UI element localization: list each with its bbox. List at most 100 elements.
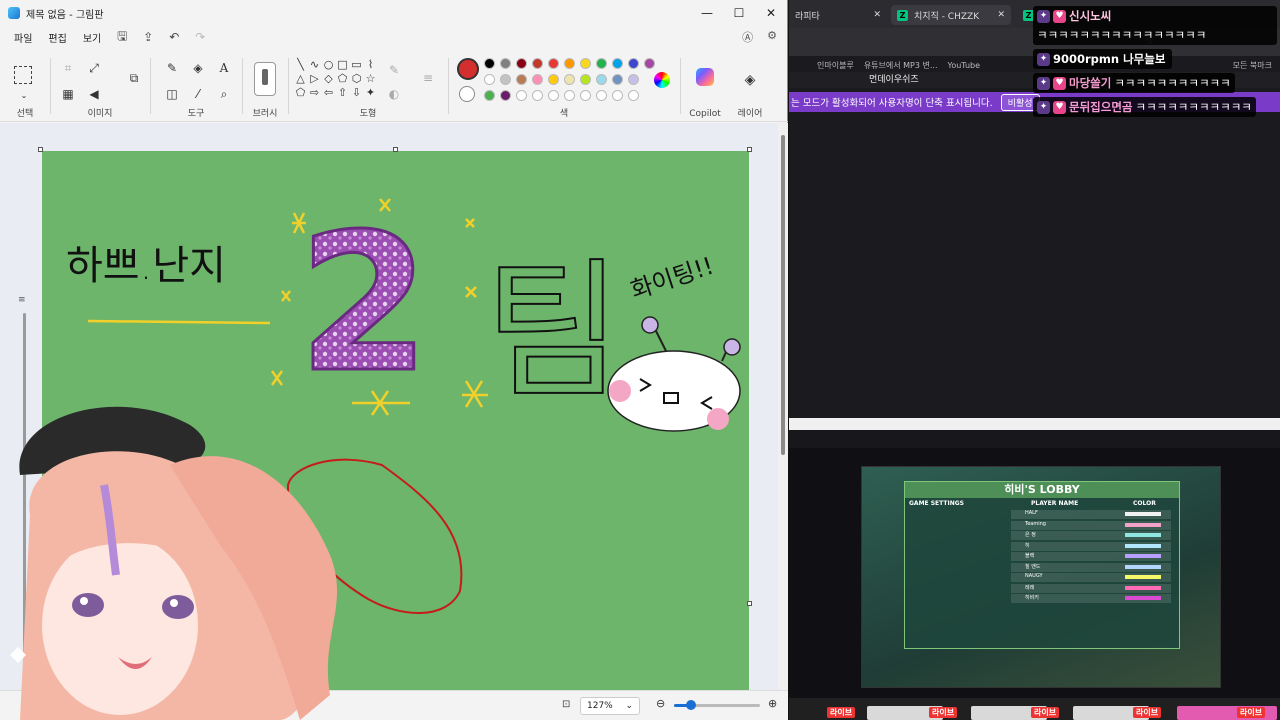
bookmark-item[interactable]: 유튜브에서 MP3 변... — [864, 60, 938, 71]
bookmark-item[interactable]: YouTube — [948, 61, 981, 70]
palette-color-swatch[interactable] — [532, 58, 543, 69]
select-tool-icon[interactable] — [14, 66, 32, 84]
palette-color-swatch[interactable] — [500, 74, 511, 85]
palette-color-swatch[interactable] — [612, 58, 623, 69]
text-tool-icon[interactable]: A — [216, 60, 232, 76]
resize-handle[interactable] — [747, 147, 752, 152]
palette-color-swatch[interactable] — [548, 90, 559, 101]
fit-to-window-icon[interactable]: ⊡ — [562, 699, 570, 710]
yellow-underline — [87, 319, 271, 325]
palette-color-swatch[interactable] — [564, 58, 575, 69]
drawing-canvas[interactable]: 하쁘.난지 2 팀 화이팅!! — [42, 151, 749, 690]
fill-bucket-icon[interactable]: ◈ — [190, 60, 206, 76]
primary-color-swatch[interactable] — [457, 58, 479, 80]
close-button[interactable]: ✕ — [755, 0, 787, 26]
palette-color-swatch[interactable] — [500, 58, 511, 69]
zoom-slider-knob[interactable] — [686, 700, 697, 710]
layers-icon[interactable]: ◈ — [742, 72, 758, 88]
palette-color-swatch[interactable] — [548, 74, 559, 85]
palette-color-swatch[interactable] — [628, 58, 639, 69]
palette-color-swatch[interactable] — [644, 58, 655, 69]
shape-fill-icon[interactable]: ◐ — [386, 86, 402, 102]
palette-color-swatch[interactable] — [628, 90, 639, 101]
scrollbar-thumb[interactable] — [781, 135, 785, 455]
palette-color-swatch[interactable] — [500, 90, 511, 101]
shape-size-icon[interactable]: ≡ — [420, 70, 436, 86]
lobby-player-color — [1125, 585, 1161, 590]
palette-color-swatch[interactable] — [484, 90, 495, 101]
copilot-label: Copilot — [689, 109, 721, 119]
image-select-icon[interactable]: ⧉ — [126, 70, 142, 86]
palette-color-swatch[interactable] — [596, 74, 607, 85]
zoom-dropdown[interactable]: 127% ⌄ — [580, 697, 640, 715]
chat-nickname[interactable]: 신시노씨 — [1069, 8, 1111, 24]
vertical-scrollbar[interactable] — [778, 123, 788, 690]
redo-icon[interactable]: ↷ — [189, 30, 211, 44]
palette-color-swatch[interactable] — [532, 74, 543, 85]
edit-colors-icon[interactable] — [654, 72, 670, 88]
remove-background-icon[interactable]: ▦ — [60, 86, 76, 102]
eraser-icon[interactable]: ◫ — [164, 86, 180, 102]
resize-handle[interactable] — [747, 601, 752, 606]
palette-color-swatch[interactable] — [516, 58, 527, 69]
palette-color-swatch[interactable] — [580, 58, 591, 69]
magnifier-icon[interactable]: ⌕ — [216, 86, 232, 102]
secondary-color-swatch[interactable] — [459, 86, 475, 102]
palette-color-swatch[interactable] — [484, 74, 495, 85]
zoom-out-icon[interactable]: ⊖ — [656, 697, 665, 710]
menu-edit[interactable]: 편집 — [42, 28, 72, 47]
tab-close-icon[interactable]: ✕ — [873, 10, 881, 20]
chevron-down-icon[interactable]: ⌄ — [16, 88, 32, 104]
chat-nickname[interactable]: 마당쓸기 — [1069, 75, 1111, 91]
settings-gear-icon[interactable]: ⚙ — [767, 29, 777, 45]
bookmark-item[interactable]: 인마이블루 — [817, 60, 854, 71]
zoom-slider[interactable] — [674, 700, 760, 710]
save-icon[interactable]: 🖫 — [111, 27, 133, 48]
browser-tab-active[interactable]: Z 치지직 - CHZZK ✕ — [891, 5, 1011, 25]
menu-view[interactable]: 보기 — [77, 28, 107, 47]
zoom-in-icon[interactable]: ⊕ — [768, 697, 777, 710]
undo-icon[interactable]: ↶ — [163, 30, 185, 44]
lobby-player-row: 블랙 — [1011, 552, 1171, 561]
side-panel-icon[interactable]: ≡ — [18, 295, 32, 305]
heart-badge-icon: ♥ — [1053, 9, 1066, 23]
pencil-icon[interactable]: ✎ — [164, 60, 180, 76]
crop-icon[interactable]: ⌗ — [60, 60, 76, 76]
brush-icon[interactable] — [254, 62, 276, 96]
palette-color-swatch[interactable] — [516, 90, 527, 101]
palette-color-swatch[interactable] — [580, 90, 591, 101]
maximize-button[interactable]: ☐ — [723, 0, 755, 26]
chat-nickname[interactable]: 9000rpmn 나무늘보 — [1053, 51, 1165, 67]
shapes-gallery[interactable]: ╲ ∿ ○ □ ▭ ⌇ △ ▷ ◇ ⬠ ⬡ ☆ ⬠ ⇨ ⇦ ⇧ ⇩ ✦ — [294, 58, 376, 99]
palette-color-swatch[interactable] — [484, 58, 495, 69]
palette-color-swatch[interactable] — [612, 74, 623, 85]
palette-color-swatch[interactable] — [548, 58, 559, 69]
account-icon[interactable]: Ⓐ — [742, 29, 753, 45]
live-badge: 라이브 — [827, 707, 856, 718]
chat-nickname[interactable]: 문뒤집으면곰 — [1069, 99, 1132, 115]
tab-close-icon[interactable]: ✕ — [997, 10, 1005, 20]
chat-text: ㅋㅋㅋㅋㅋㅋㅋㅋㅋㅋㅋ — [1135, 100, 1252, 114]
palette-color-swatch[interactable] — [532, 90, 543, 101]
palette-color-swatch[interactable] — [580, 74, 591, 85]
tools-group: ✎ ◈ A ◫ ⁄ ⌕ 도구 — [150, 50, 242, 122]
palette-color-swatch[interactable] — [564, 74, 575, 85]
resize-handle[interactable] — [38, 147, 43, 152]
share-icon[interactable]: ⇪ — [137, 30, 159, 44]
resize-handle[interactable] — [393, 147, 398, 152]
browser-tab[interactable]: 라피타 ✕ — [789, 5, 887, 25]
palette-color-swatch[interactable] — [628, 74, 639, 85]
copilot-icon[interactable] — [696, 68, 714, 86]
rotate-icon[interactable]: ◀ — [86, 86, 102, 102]
palette-color-swatch[interactable] — [564, 90, 575, 101]
outline-icon[interactable]: ✎ — [386, 62, 402, 78]
menu-file[interactable]: 파일 — [8, 28, 38, 47]
color-picker-icon[interactable]: ⁄ — [190, 86, 206, 102]
palette-color-swatch[interactable] — [596, 58, 607, 69]
palette-color-swatch[interactable] — [516, 74, 527, 85]
palette-color-swatch[interactable] — [612, 90, 623, 101]
minimize-button[interactable]: — — [691, 0, 723, 26]
resize-icon[interactable]: ⤢ — [86, 60, 102, 76]
palette-color-swatch[interactable] — [596, 90, 607, 101]
game-lobby-view: 히비'S LOBBY GAME SETTINGS PLAYER NAME COL… — [861, 466, 1221, 688]
